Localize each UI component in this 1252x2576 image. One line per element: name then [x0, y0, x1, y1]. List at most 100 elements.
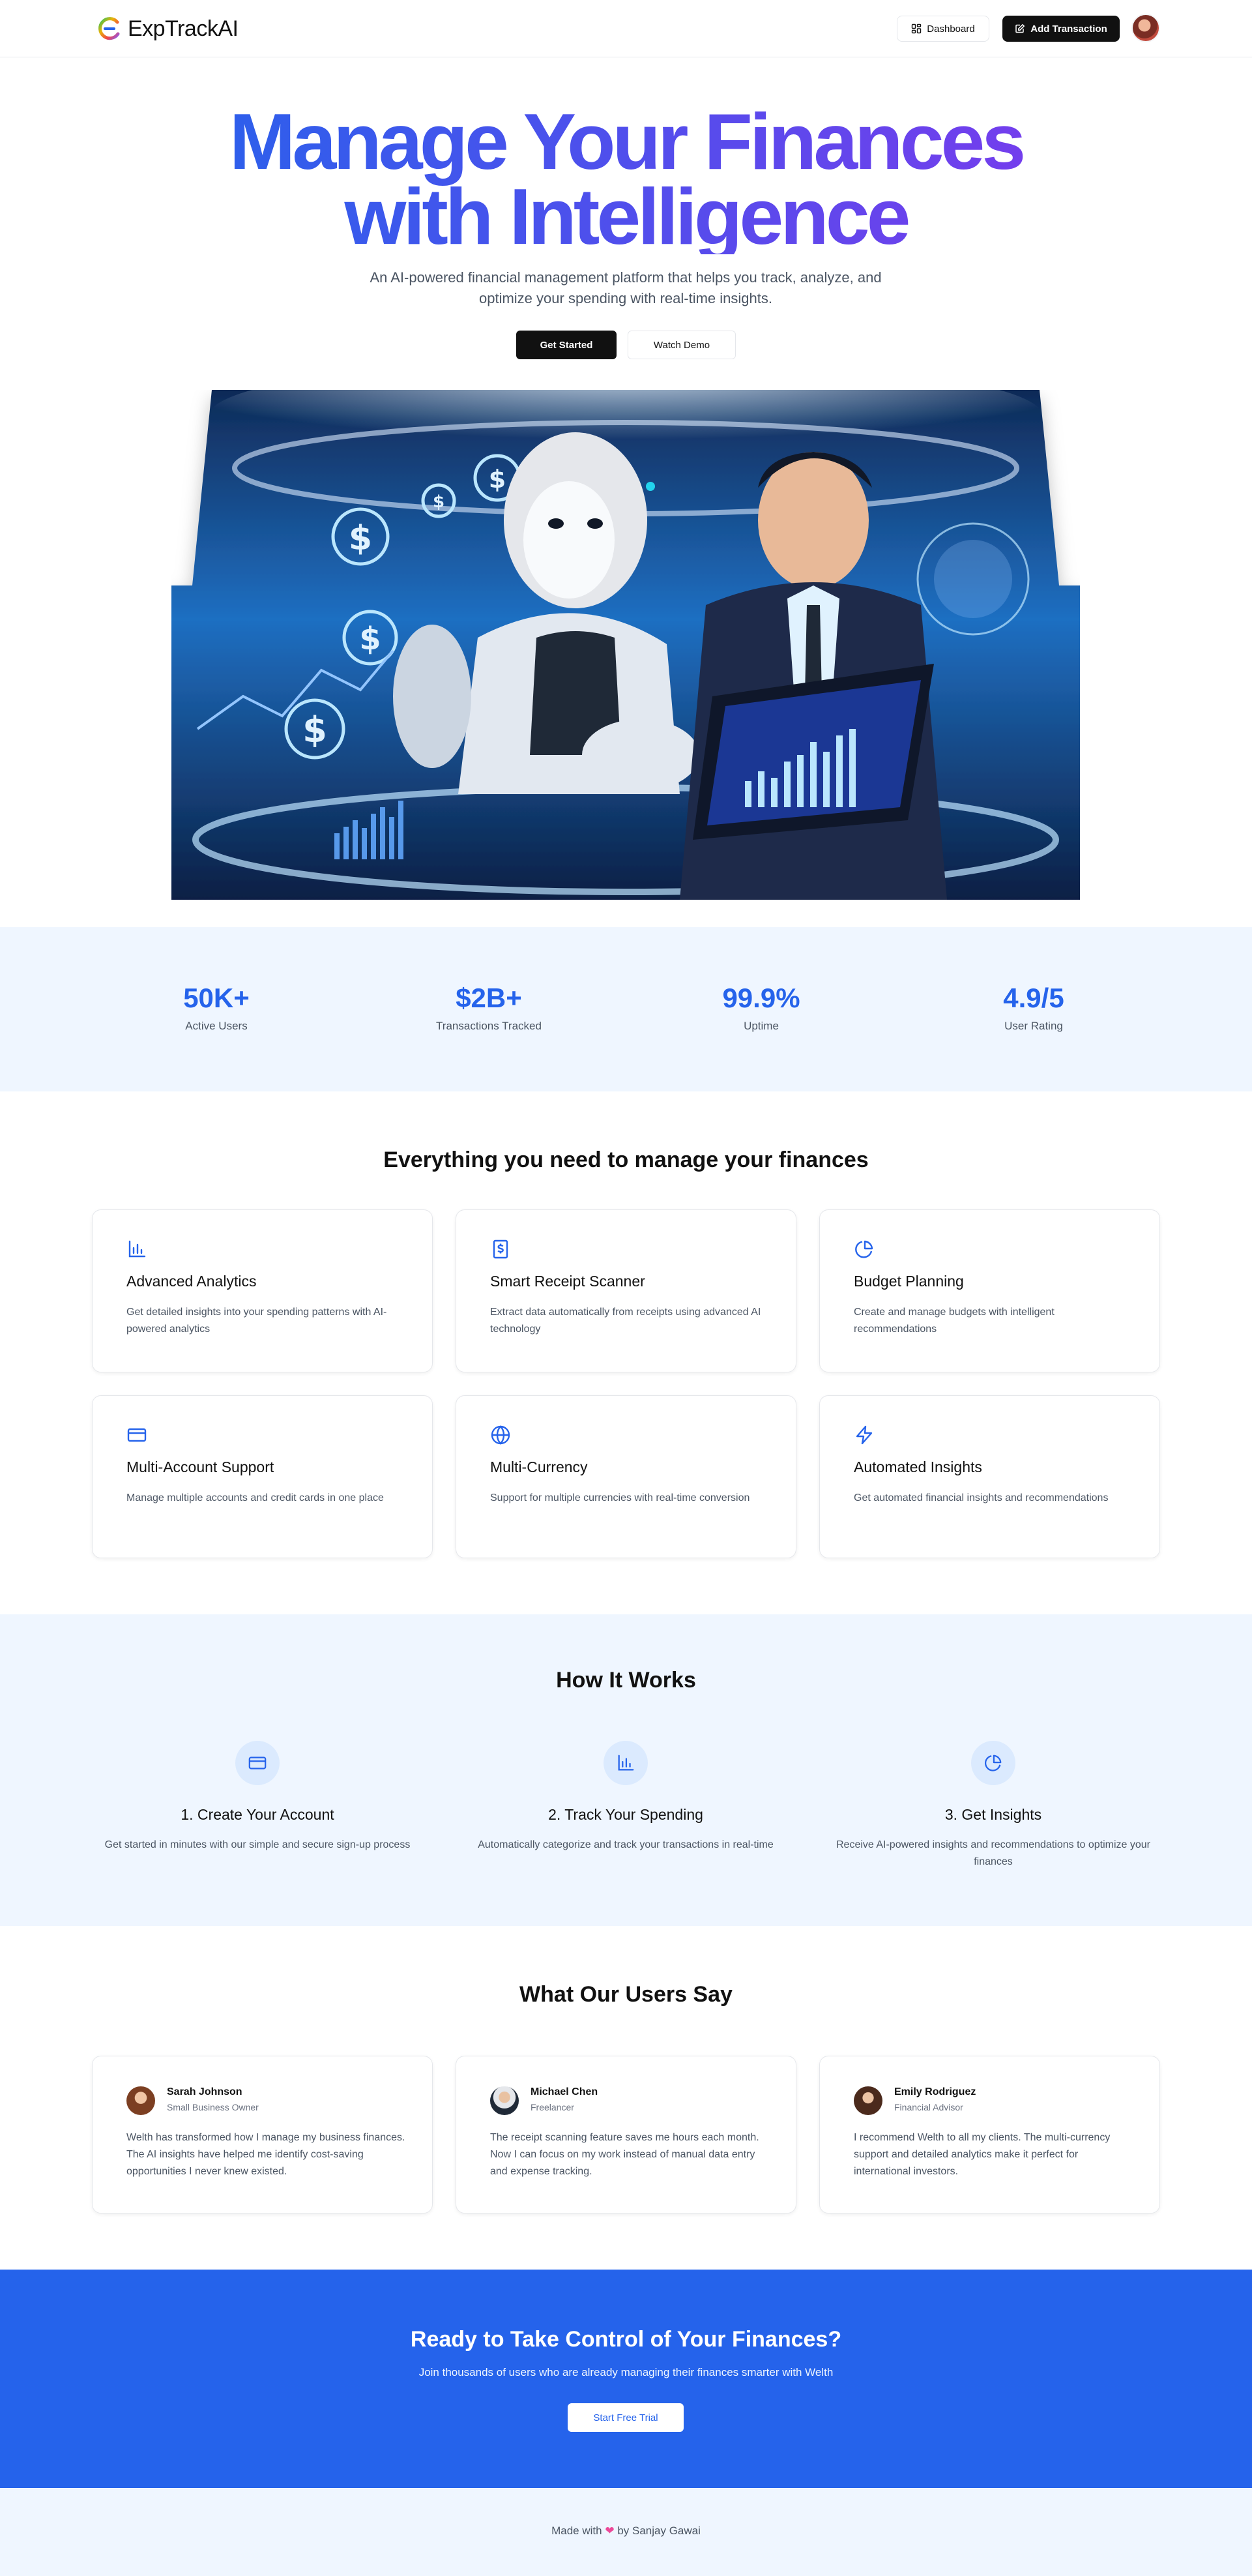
feature-description: Get detailed insights into your spending…	[126, 1307, 387, 1335]
step-icon-wrapper	[604, 1741, 648, 1785]
svg-text:$: $	[302, 709, 327, 750]
testimonial-quote: I recommend Welth to all my clients. The…	[854, 2132, 1111, 2177]
pen-square-icon	[1015, 23, 1025, 33]
testimonial-name: Emily Rodriguez	[894, 2086, 976, 2097]
step-title: 1. Create Your Account	[181, 1806, 334, 1823]
stat-uptime: 99.9% Uptime	[663, 982, 859, 1033]
testimonial-name: Sarah Johnson	[167, 2086, 242, 2097]
hero-subtitle: An AI-powered financial management platf…	[370, 269, 882, 306]
logo-icon	[98, 17, 120, 40]
testimonial-card: Sarah Johnson Small Business Owner Welth…	[92, 2056, 433, 2213]
testimonial-card: Emily Rodriguez Financial Advisor I reco…	[819, 2056, 1160, 2213]
credit-card-icon	[248, 1756, 267, 1769]
hero-title: Manage Your Finances with Intelligence	[0, 104, 1252, 254]
bar-chart-icon	[618, 1754, 634, 1771]
feature-title: Advanced Analytics	[126, 1273, 257, 1290]
heart-icon: ❤	[605, 2524, 615, 2537]
svg-text:$: $	[489, 465, 506, 494]
step-icon-wrapper	[235, 1741, 280, 1785]
feature-description: Get automated financial insights and rec…	[854, 1492, 1109, 1503]
stat-label: User Rating	[1004, 1020, 1063, 1032]
stat-label: Active Users	[185, 1020, 248, 1032]
user-avatar[interactable]	[1131, 14, 1160, 42]
get-started-button[interactable]: Get Started	[516, 331, 617, 359]
footer-author: by Sanjay Gawai	[617, 2524, 701, 2537]
feature-title: Multi-Currency	[490, 1458, 588, 1475]
feature-title: Smart Receipt Scanner	[490, 1273, 645, 1290]
avatar	[126, 2086, 155, 2115]
feature-card-multi-currency: Multi-Currency Support for multiple curr…	[456, 1395, 796, 1558]
stat-label: Uptime	[744, 1020, 779, 1032]
cta-title: Ready to Take Control of Your Finances?	[410, 2327, 842, 2352]
credit-card-icon	[127, 1428, 147, 1442]
add-transaction-label: Add Transaction	[1030, 23, 1107, 35]
bar-chart-icon	[128, 1240, 146, 1258]
feature-description: Create and manage budgets with intellige…	[854, 1307, 1055, 1335]
add-transaction-button[interactable]: Add Transaction	[1002, 16, 1120, 42]
cta-subtitle: Join thousands of users who are already …	[418, 2366, 834, 2378]
dashboard-button[interactable]: Dashboard	[897, 16, 989, 42]
pie-chart-icon	[984, 1754, 1002, 1771]
how-it-works-section: How It Works 1. Create Your Account Get …	[0, 1614, 1252, 1926]
feature-description: Manage multiple accounts and credit card…	[126, 1492, 384, 1503]
feature-card-analytics: Advanced Analytics Get detailed insights…	[92, 1209, 433, 1372]
feature-card-budget-planning: Budget Planning Create and manage budget…	[819, 1209, 1160, 1372]
step-get-insights: 3. Get Insights Receive AI-powered insig…	[824, 1741, 1163, 1871]
step-title: 2. Track Your Spending	[548, 1806, 703, 1823]
hero-title-line2: with Intelligence	[344, 172, 908, 261]
feature-card-automated-insights: Automated Insights Get automated financi…	[819, 1395, 1160, 1558]
avatar	[490, 2086, 519, 2115]
svg-text:$: $	[359, 621, 381, 657]
testimonial-role: Freelancer	[531, 2102, 574, 2112]
feature-title: Multi-Account Support	[126, 1458, 274, 1475]
dashboard-button-label: Dashboard	[927, 23, 975, 35]
footer: Made with ❤ by Sanjay Gawai	[0, 2488, 1252, 2576]
feature-description: Support for multiple currencies with rea…	[490, 1492, 750, 1503]
how-it-works-title: How It Works	[556, 1668, 696, 1693]
stat-value: 50K+	[183, 983, 250, 1013]
step-title: 3. Get Insights	[944, 1806, 1042, 1823]
stat-label: Transactions Tracked	[436, 1020, 542, 1032]
stat-value: 4.9/5	[1003, 983, 1064, 1013]
feature-title: Budget Planning	[854, 1273, 964, 1290]
watch-demo-button[interactable]: Watch Demo	[628, 331, 736, 359]
stat-value: 99.9%	[722, 983, 800, 1013]
feature-card-receipt-scanner: Smart Receipt Scanner Extract data autom…	[456, 1209, 796, 1372]
features-title: Everything you need to manage your finan…	[383, 1147, 869, 1172]
start-free-trial-button[interactable]: Start Free Trial	[568, 2403, 684, 2432]
avatar	[854, 2086, 882, 2115]
footer-made-with: Made with	[551, 2524, 602, 2537]
stat-transactions-tracked: $2B+ Transactions Tracked	[391, 982, 587, 1033]
brand-logo[interactable]: ExpTrackAI	[96, 16, 239, 42]
testimonial-name: Michael Chen	[531, 2086, 598, 2097]
brand-name: ExpTrackAI	[128, 16, 239, 41]
svg-text:$: $	[349, 519, 372, 558]
stats-section: 50K+ Active Users $2B+ Transactions Trac…	[0, 927, 1252, 1091]
footer-credit: Made with ❤ by Sanjay Gawai	[0, 2524, 1252, 2538]
top-navbar: ExpTrackAI Dashboard Add Transaction	[0, 0, 1252, 57]
step-track-spending: 2. Track Your Spending Automatically cat…	[456, 1741, 795, 1854]
testimonial-card: Michael Chen Freelancer The receipt scan…	[456, 2056, 796, 2213]
testimonial-role: Financial Advisor	[894, 2102, 963, 2112]
stat-user-rating: 4.9/5 User Rating	[936, 982, 1131, 1033]
layout-dashboard-icon	[912, 23, 922, 34]
svg-text:$: $	[433, 492, 444, 512]
cta-section: Ready to Take Control of Your Finances? …	[0, 2270, 1252, 2488]
testimonial-quote: The receipt scanning feature saves me ho…	[490, 2132, 759, 2177]
step-description: Get started in minutes with our simple a…	[104, 1839, 411, 1850]
globe-icon	[491, 1425, 510, 1445]
feature-description: Extract data automatically from receipts…	[490, 1307, 761, 1335]
step-description: Receive AI-powered insights and recommen…	[836, 1839, 1151, 1867]
stat-active-users: 50K+ Active Users	[119, 982, 314, 1033]
receipt-icon	[493, 1239, 508, 1259]
testimonial-role: Small Business Owner	[167, 2102, 259, 2112]
zap-icon	[856, 1425, 873, 1445]
testimonials-title: What Our Users Say	[519, 1982, 733, 2007]
pie-chart-icon	[855, 1240, 873, 1258]
testimonial-quote: Welth has transformed how I manage my bu…	[126, 2132, 405, 2177]
hero-illustration: $ $ $ $ $	[171, 390, 1080, 900]
feature-card-multi-account: Multi-Account Support Manage multiple ac…	[92, 1395, 433, 1558]
step-description: Automatically categorize and track your …	[478, 1839, 774, 1850]
stat-value: $2B+	[456, 983, 522, 1013]
feature-title: Automated Insights	[854, 1458, 982, 1475]
